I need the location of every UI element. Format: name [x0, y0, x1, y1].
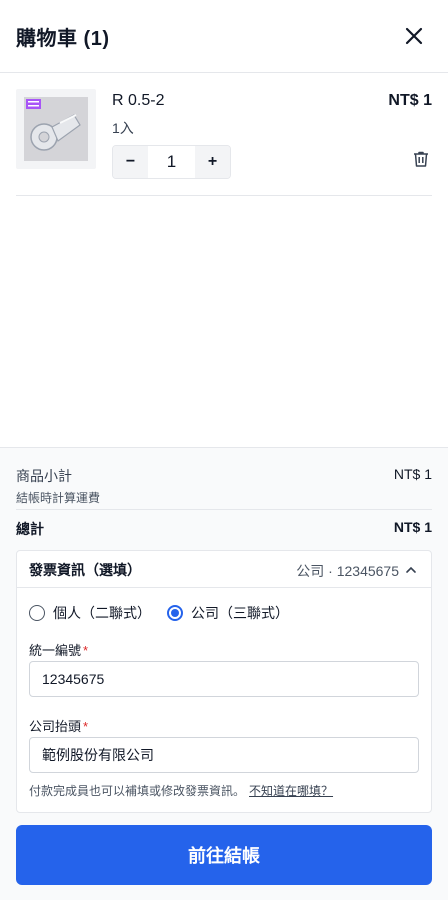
invoice-type-personal[interactable]: 個人（二聯式） [29, 603, 151, 623]
cart-header: 購物車 (1) [0, 0, 448, 73]
company-name-input[interactable] [29, 737, 419, 773]
invoice-help-link[interactable]: 不知道在哪填？ [249, 784, 333, 798]
quantity-stepper: − 1 + [112, 145, 231, 179]
invoice-summary: 公司 · 12345675 [296, 563, 399, 579]
invoice-type-personal-label: 個人（二聯式） [53, 605, 151, 621]
item-name: R 0.5-2 [112, 92, 165, 109]
decrease-quantity-button[interactable]: − [113, 146, 148, 178]
summary-divider [16, 509, 432, 510]
invoice-panel: 發票資訊（選填） 公司 · 12345675 個人（二聯式） 公司（三聯式） 統… [16, 550, 432, 813]
invoice-title: 發票資訊（選填） [29, 562, 141, 578]
total-value: NT$ 1 [393, 519, 432, 535]
order-summary: 商品小計 NT$ 1 結帳時計算運費 總計 NT$ 1 發票資訊（選填） 公司 … [0, 447, 448, 900]
item-price: NT$ 1 [388, 92, 432, 109]
radio-personal[interactable] [29, 605, 45, 621]
company-name-label: 公司抬頭 * [29, 719, 89, 734]
shipping-note: 結帳時計算運費 [16, 491, 101, 505]
chevron-up-icon [406, 566, 416, 573]
increase-quantity-button[interactable]: + [195, 146, 230, 178]
cart-title: 購物車 (1) [16, 28, 110, 50]
close-icon[interactable] [404, 26, 424, 46]
subtotal-label: 商品小計 [16, 468, 72, 484]
total-label: 總計 [16, 521, 44, 537]
subtotal-value: NT$ 1 [393, 466, 432, 482]
item-variant: 1入 [112, 120, 134, 136]
tax-id-label: 統一編號 * [29, 643, 89, 658]
invoice-hint: 付款完成員也可以補填或修改發票資訊。 不知道在哪填？ [29, 782, 333, 799]
trash-icon[interactable] [412, 150, 430, 168]
product-image [16, 89, 96, 169]
tax-id-input[interactable] [29, 661, 419, 697]
checkout-button[interactable]: 前往結帳 [16, 825, 432, 885]
invoice-type-company-label: 公司（三聯式） [191, 605, 289, 621]
invoice-hint-text: 付款完成員也可以補填或修改發票資訊。 [29, 784, 246, 798]
quantity-value[interactable]: 1 [148, 146, 195, 178]
radio-company[interactable] [167, 605, 183, 621]
invoice-panel-toggle[interactable]: 發票資訊（選填） 公司 · 12345675 [17, 551, 431, 588]
cart-item: R 0.5-2 1入 NT$ 1 − 1 + [16, 89, 432, 196]
invoice-type-company[interactable]: 公司（三聯式） [167, 603, 289, 623]
